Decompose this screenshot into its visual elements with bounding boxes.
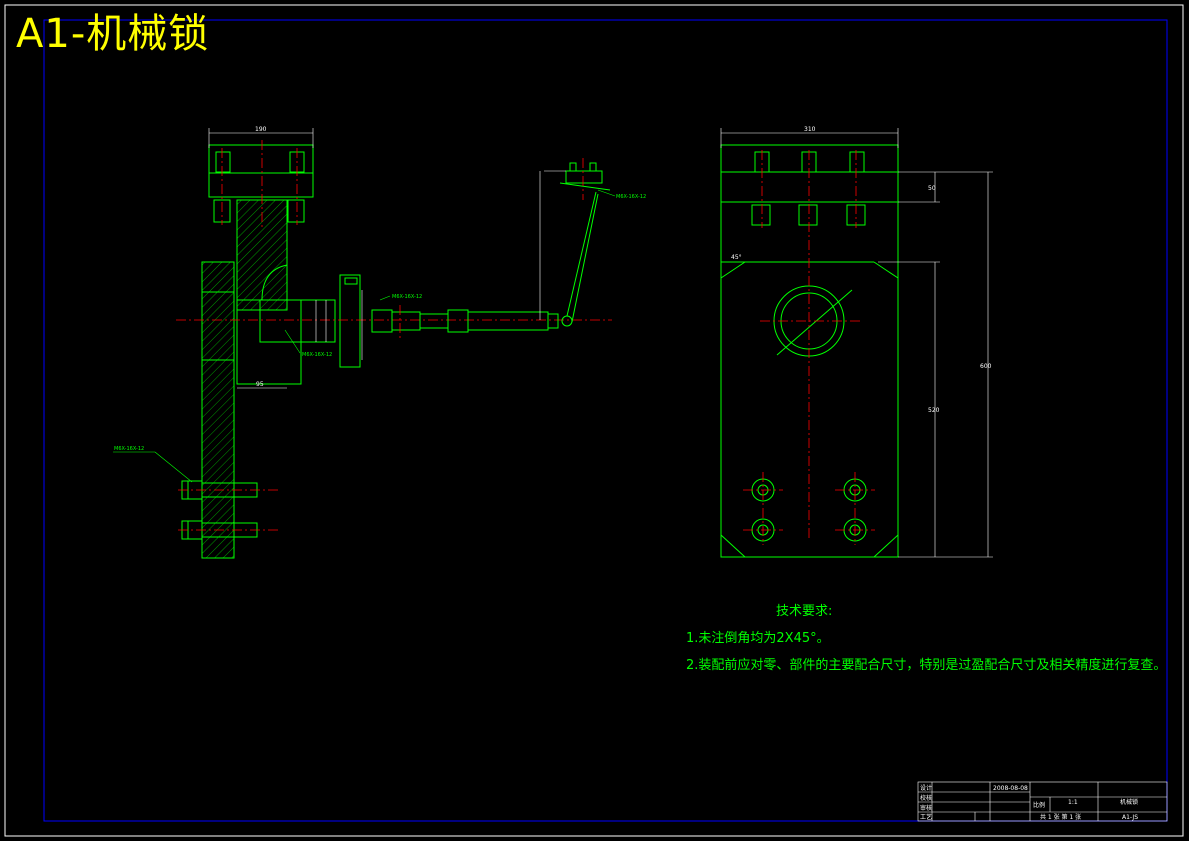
linkage-assembly — [371, 162, 611, 333]
tb-row-process: 工艺 — [920, 813, 932, 821]
tb-scale-label: 比例 — [1033, 801, 1045, 809]
notes-heading: 技术要求: — [776, 604, 833, 619]
right-centerlines — [743, 150, 875, 545]
dim-right-height: 600 — [980, 363, 992, 370]
tb-name: 机械锁 — [1120, 798, 1138, 806]
drawing-title: A1-机械锁 — [16, 11, 210, 57]
linkage-centerline — [399, 158, 584, 340]
label-cylinder-2: M6X-16X-12 — [302, 352, 332, 358]
technical-notes: 技术要求: 1.未注倒角均为2X45°。 2.装配前应对零、部件的主要配合尺寸，… — [686, 598, 1166, 679]
label-right-arm: M6X-16X-12 — [616, 194, 646, 200]
label-cylinder-1: M6X-16X-12 — [392, 294, 422, 300]
dim-right-inner: 520 — [928, 407, 940, 414]
tb-date: 2008-08-08 — [993, 785, 1028, 792]
dim-chamfer: 45° — [731, 254, 742, 261]
tb-row-review: 审核 — [920, 804, 932, 812]
dim-left-top: 190 — [255, 126, 267, 133]
dim-right-top: 310 — [804, 126, 816, 133]
outer-frame — [4, 4, 1184, 837]
note-item-2: 2.装配前应对零、部件的主要配合尺寸，特别是过盈配合尺寸及相关精度进行复查。 — [686, 658, 1167, 673]
right-view — [720, 144, 899, 558]
cad-drawing: 190 95 M6X-16X-12 M6X-16X-12 M6X-16X-12 … — [4, 4, 1184, 837]
dim-right-flange: 50 — [928, 185, 936, 192]
left-view — [181, 144, 361, 559]
label-left-screw: M6X-16X-12 — [114, 446, 144, 452]
tb-scale: 1:1 — [1068, 799, 1078, 806]
left-centerlines — [176, 140, 612, 531]
note-item-1: 1.未注倒角均为2X45°。 — [686, 631, 830, 646]
tb-sheet: 共 1 张 第 1 张 — [1040, 813, 1081, 821]
tb-row-check: 校核 — [920, 794, 932, 802]
tb-row-design: 设计 — [920, 784, 932, 792]
dim-left-bottom: 95 — [256, 381, 264, 388]
tb-code: A1-JS — [1122, 814, 1138, 821]
